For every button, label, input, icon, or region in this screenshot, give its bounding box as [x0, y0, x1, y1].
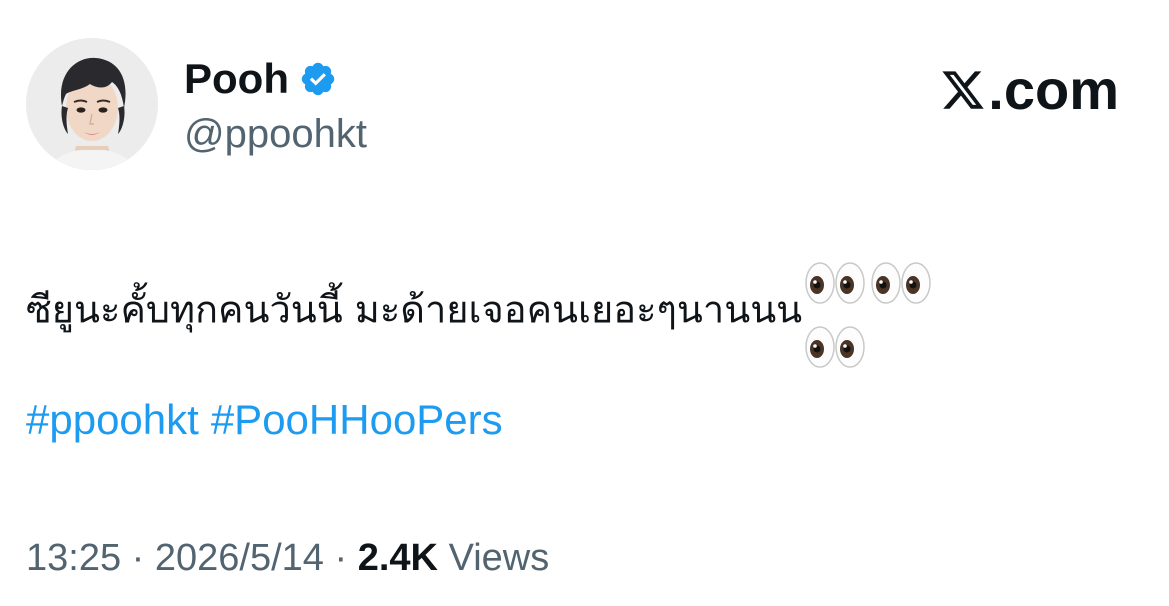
brand-mark: .com — [940, 60, 1119, 120]
tweet-date[interactable]: 2026/5/14 — [155, 537, 324, 579]
hashtag-link[interactable]: #PooHHooPers — [211, 396, 503, 443]
tweet-time[interactable]: 13:25 — [26, 537, 121, 579]
tweet-text: ซียูนะคั้บทุกคนวันนี้ มะด้ายเจอคนเยอะๆนา… — [26, 248, 1136, 376]
eyes-emoji-icon — [871, 261, 931, 304]
tweet-meta: 13:25 · 2026/5/14 · 2.4K Views — [26, 530, 549, 586]
hashtag-link[interactable]: #ppoohkt — [26, 396, 199, 443]
display-name[interactable]: Pooh — [184, 52, 289, 106]
author-handle[interactable]: @ppoohkt — [184, 108, 367, 160]
avatar-image — [26, 38, 158, 170]
eyes-emoji-icon — [805, 325, 865, 368]
meta-separator: · — [131, 537, 145, 579]
x-logo-icon — [940, 67, 986, 113]
author-name-row[interactable]: Pooh — [184, 52, 337, 106]
avatar[interactable] — [26, 38, 158, 170]
verified-badge-icon — [299, 60, 337, 98]
hashtag-row: #ppoohkt #PooHHooPers — [26, 392, 515, 448]
eyes-emoji-icon — [805, 261, 865, 304]
meta-separator: · — [334, 537, 348, 579]
views-count: 2.4K — [357, 537, 438, 579]
tweet-body: ซียูนะคั้บทุกคนวันนี้ มะด้ายเจอคนเยอะๆนา… — [26, 287, 803, 332]
eyes-emoji-group — [802, 248, 934, 376]
brand-domain: .com — [988, 58, 1119, 121]
views-label: Views — [448, 537, 550, 579]
